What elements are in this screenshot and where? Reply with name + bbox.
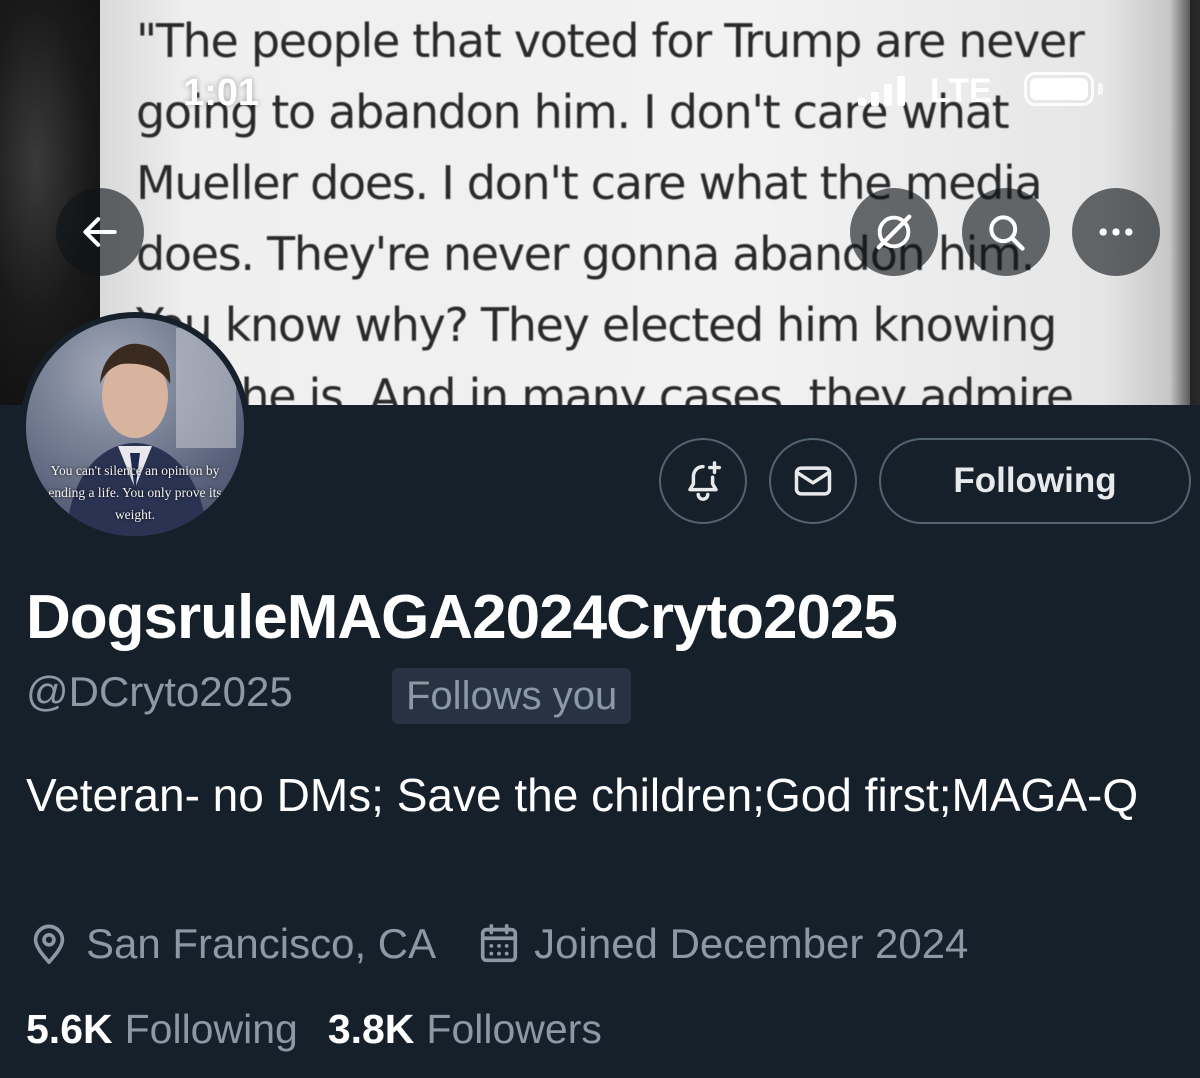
search-icon	[989, 215, 1025, 251]
profile-bio: Veteran- no DMs; Save the children;God f…	[26, 769, 1139, 821]
battery-tip	[1098, 83, 1103, 95]
more-icon	[1099, 228, 1133, 236]
follows-you-badge: Follows you	[392, 668, 632, 724]
notifications-button[interactable]	[659, 438, 747, 524]
profile-meta-row: San Francisco, CA Joined December 2024	[26, 914, 968, 974]
map-pin-icon	[33, 924, 65, 965]
following-stat[interactable]: 5.6K Following	[26, 1006, 298, 1053]
followers-stat[interactable]: 3.8K Followers	[328, 1006, 602, 1053]
following-label: Following	[124, 1006, 298, 1052]
banner-right-edge	[1170, 0, 1200, 405]
message-button[interactable]	[769, 438, 857, 524]
envelope-icon	[794, 466, 832, 496]
battery-level	[1030, 78, 1088, 100]
user-handle: @DCryto2025	[26, 668, 293, 715]
status-bar-time: 1:01	[183, 72, 260, 114]
followers-label: Followers	[426, 1006, 602, 1052]
profile-joined-date: Joined December 2024	[534, 920, 969, 967]
grok-icon	[876, 214, 912, 250]
followers-count: 3.8K	[327, 1006, 415, 1052]
profile-screen: "The people that voted for Trump are nev…	[0, 0, 1200, 1078]
cellular-signal-icon	[858, 74, 918, 106]
display-name: DogsruleMAGA2024Cryto2025	[26, 583, 898, 652]
network-type: LTE	[930, 72, 992, 110]
search-button[interactable]	[962, 188, 1050, 276]
follow-stats: 5.6K Following 3.8K Followers	[26, 1006, 602, 1066]
calendar-icon	[481, 923, 518, 963]
more-options-button[interactable]	[1072, 188, 1160, 276]
arrow-left-icon	[83, 217, 117, 247]
following-count: 5.6K	[26, 1006, 113, 1052]
back-button[interactable]	[56, 188, 144, 276]
following-button[interactable]: Following	[879, 438, 1191, 524]
battery-icon	[1024, 72, 1094, 106]
profile-location: San Francisco, CA	[86, 920, 437, 967]
grok-button[interactable]	[850, 188, 938, 276]
avatar[interactable]: You can't silence an opinion by ending a…	[20, 312, 250, 542]
avatar-caption: You can't silence an opinion by ending a…	[48, 463, 222, 522]
bell-plus-icon	[688, 461, 722, 501]
